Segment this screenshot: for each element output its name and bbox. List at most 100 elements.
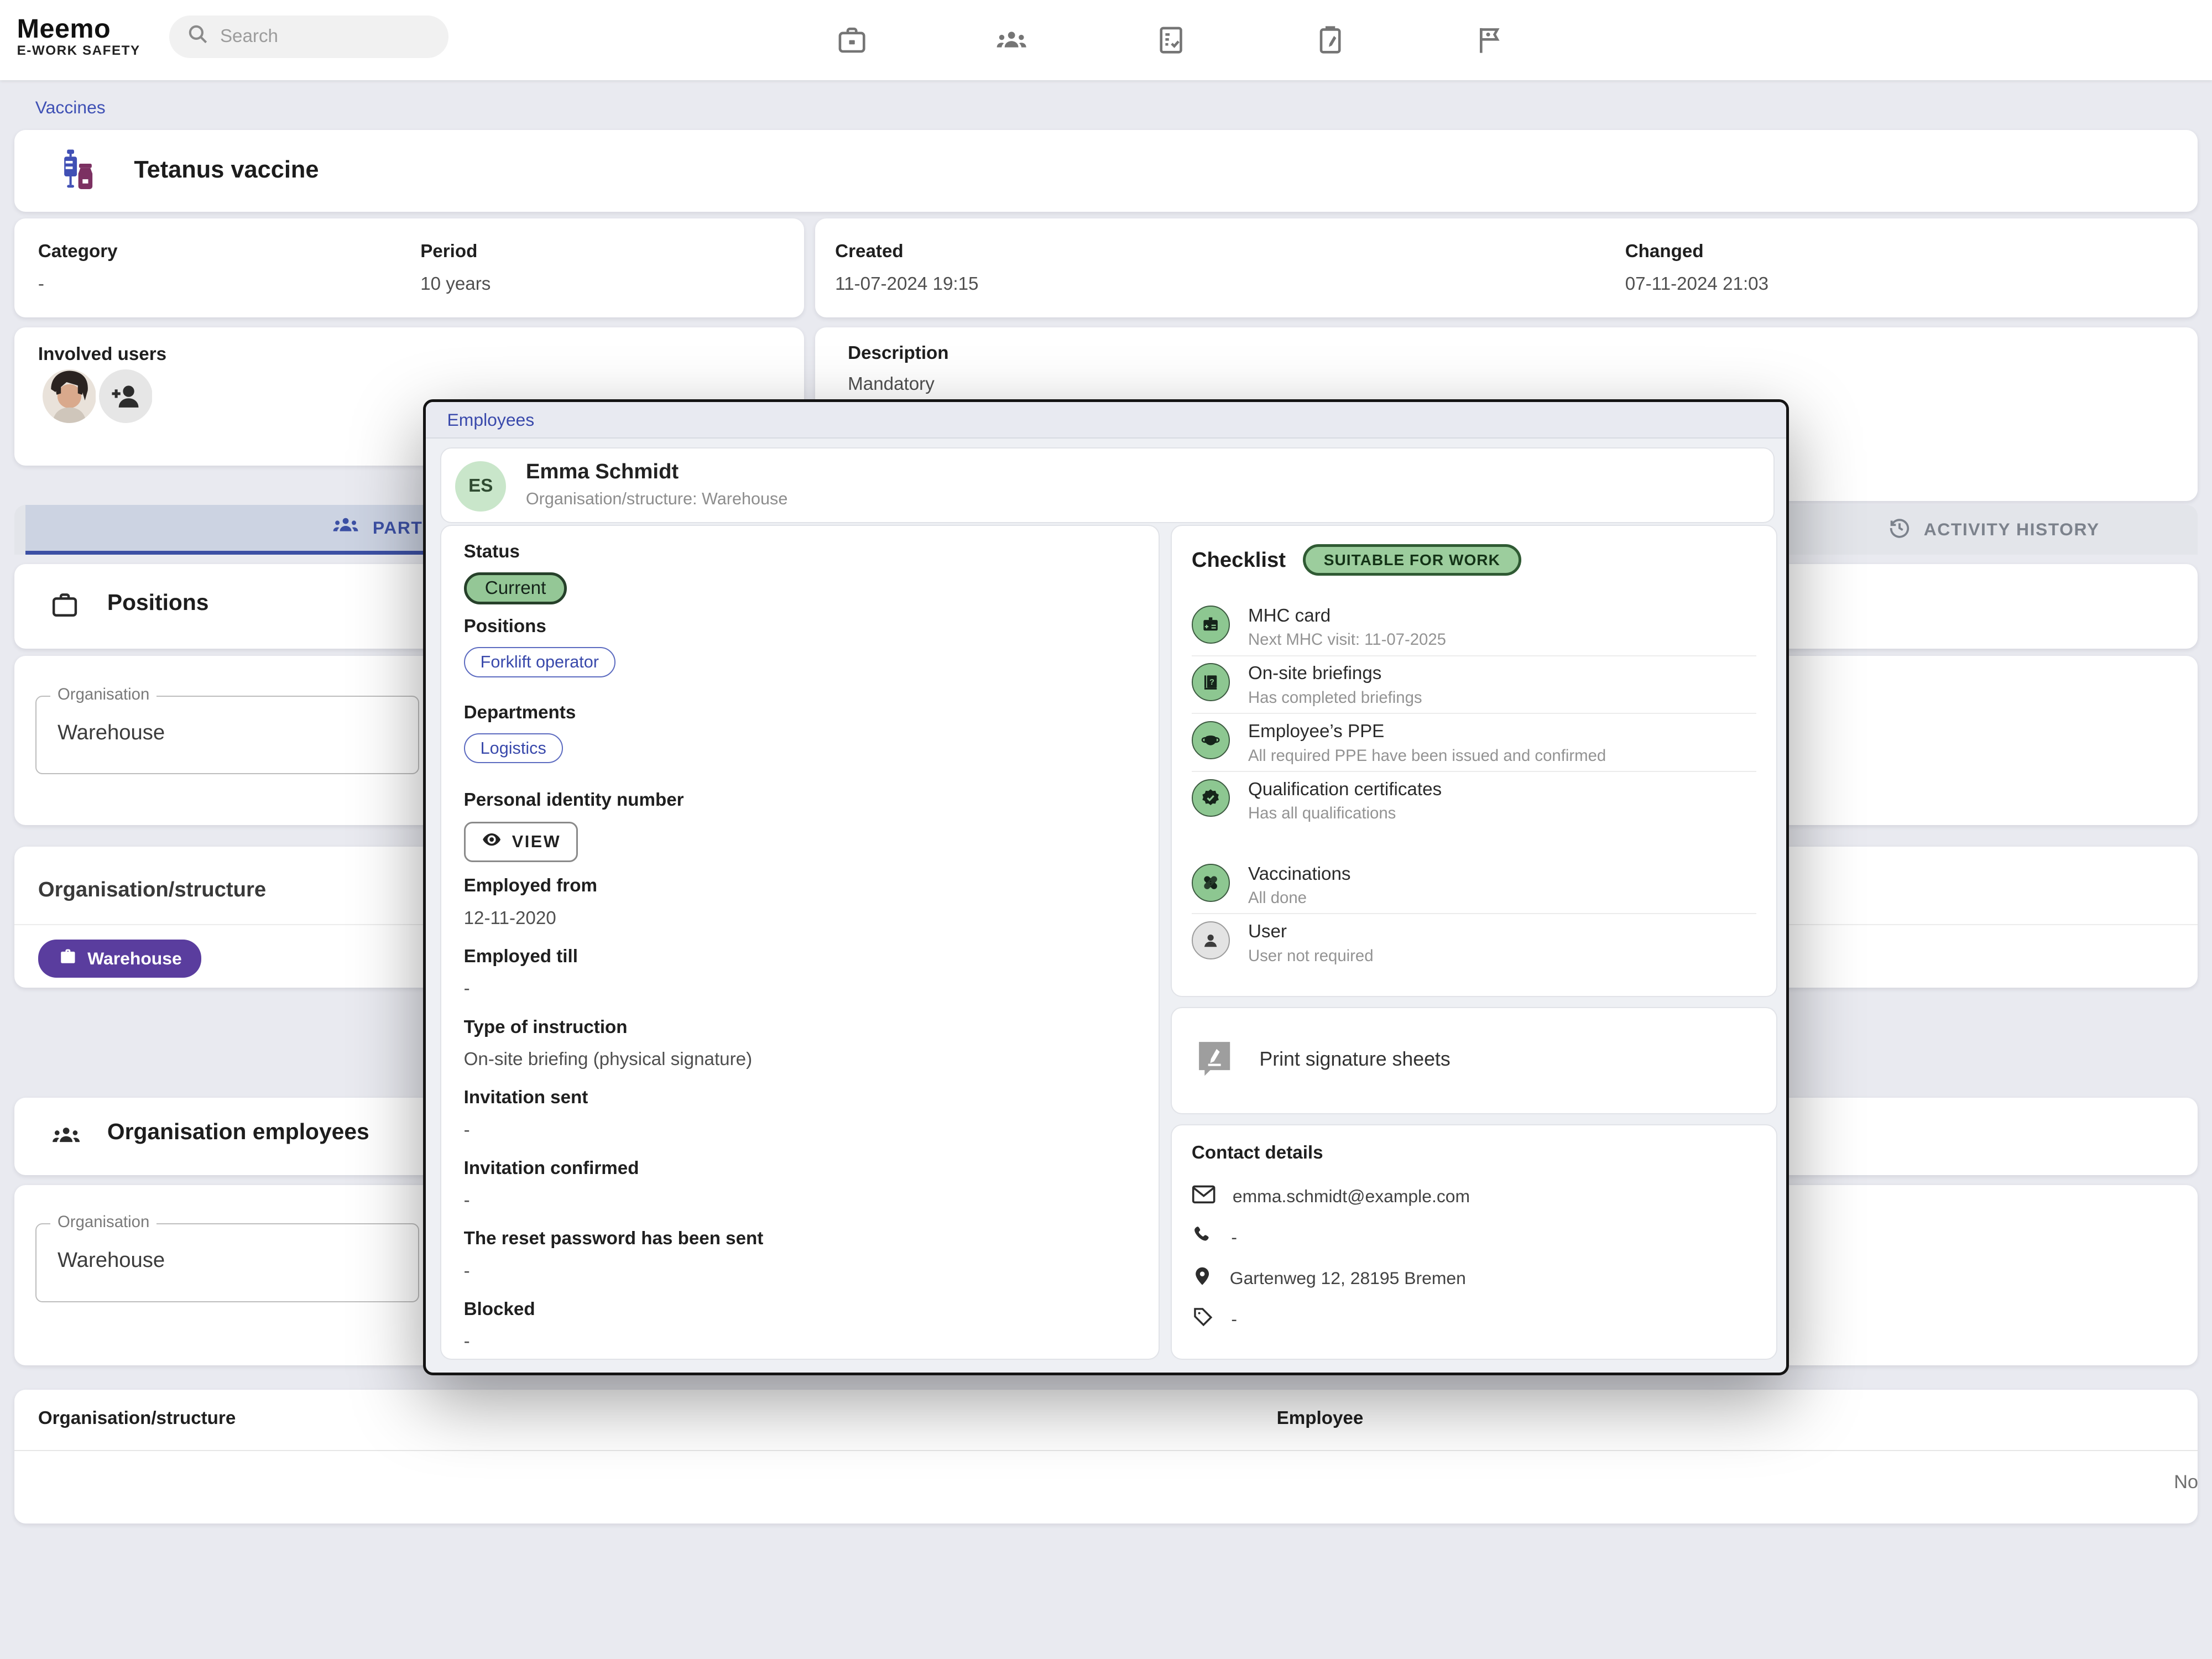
view-pid-label: VIEW bbox=[512, 832, 561, 852]
print-signature-label: Print signature sheets bbox=[1259, 1048, 1450, 1071]
checklist-item-user: User User not required bbox=[1192, 914, 1757, 972]
employed-till-label: Employed till bbox=[464, 946, 1142, 967]
briefcase-outline-icon bbox=[49, 589, 80, 626]
period-value: 10 years bbox=[420, 274, 491, 295]
contact-row-email: emma.schmidt@example.com bbox=[1192, 1176, 1757, 1217]
status-label: Status bbox=[464, 541, 1142, 562]
checklist-item-sub: User not required bbox=[1248, 947, 1374, 966]
brand: Meemo E-WORK SAFETY bbox=[17, 14, 140, 59]
primary-nav bbox=[832, 0, 1509, 80]
checklist-item-vaccinations: VaccinationsAll done bbox=[1192, 857, 1757, 915]
field-departments: Departments Logistics bbox=[464, 702, 1142, 763]
department-chip[interactable]: Logistics bbox=[464, 733, 563, 763]
search-box[interactable] bbox=[169, 15, 448, 58]
checklist-title: Checklist bbox=[1192, 548, 1286, 572]
briefing-icon: ? bbox=[1192, 663, 1230, 701]
groups-icon[interactable] bbox=[992, 20, 1031, 60]
certificate-icon bbox=[1192, 779, 1230, 817]
page-title: Tetanus vaccine bbox=[134, 156, 319, 184]
org-structure-title: Organisation/structure bbox=[38, 878, 266, 902]
field-instruction-type: Type of instruction On-site briefing (ph… bbox=[464, 1017, 1142, 1070]
invitation-confirmed-label: Invitation confirmed bbox=[464, 1158, 1142, 1179]
position-chip[interactable]: Forklift operator bbox=[464, 647, 615, 677]
employed-till-value: - bbox=[464, 978, 1142, 999]
location-icon bbox=[1192, 1264, 1213, 1292]
created-value: 11-07-2024 19:15 bbox=[835, 274, 978, 295]
involved-users-label: Involved users bbox=[38, 344, 166, 365]
phone-icon bbox=[1192, 1224, 1214, 1251]
changed-value: 07-11-2024 21:03 bbox=[1625, 274, 1768, 295]
add-user-button[interactable] bbox=[99, 369, 153, 429]
checklist-item-briefings: ? On-site briefingsHas completed briefin… bbox=[1192, 656, 1757, 714]
employee-details-card: Status Current Positions Forklift operat… bbox=[440, 525, 1160, 1360]
checklist-item-title: Vaccinations bbox=[1248, 864, 1351, 885]
field-invitation-confirmed: Invitation confirmed - bbox=[464, 1158, 1142, 1211]
employee-name: Emma Schmidt bbox=[526, 460, 679, 484]
contact-details-title: Contact details bbox=[1192, 1142, 1757, 1164]
contact-details-card: Contact details emma.schmidt@example.com… bbox=[1171, 1124, 1777, 1360]
invitation-sent-value: - bbox=[464, 1120, 1142, 1141]
checklist-item-sub: All required PPE have been issued and co… bbox=[1248, 747, 1606, 765]
checklist-item-title: Employee’s PPE bbox=[1248, 721, 1606, 742]
flag-icon[interactable] bbox=[1470, 20, 1509, 60]
blocked-label: Blocked bbox=[464, 1299, 1142, 1320]
checklist-card: Checklist SUITABLE FOR WORK MHC cardNext… bbox=[1171, 525, 1777, 998]
mhc-card-icon bbox=[1192, 606, 1230, 644]
instruction-value: On-site briefing (physical signature) bbox=[464, 1049, 1142, 1070]
table-empty-text: No bbox=[2174, 1472, 2198, 1493]
contact-row-phone: - bbox=[1192, 1217, 1757, 1258]
modal-breadcrumb[interactable]: Employees bbox=[447, 410, 535, 430]
breadcrumb[interactable]: Vaccines bbox=[35, 97, 106, 118]
field-reset-password: The reset password has been sent - bbox=[464, 1228, 1142, 1281]
checklist-item-sub: Has all qualifications bbox=[1248, 804, 1442, 823]
search-icon bbox=[186, 23, 209, 51]
field-blocked: Blocked - bbox=[464, 1299, 1142, 1352]
organisation-select[interactable]: Organisation Warehouse bbox=[35, 696, 419, 775]
tag-icon bbox=[1192, 1306, 1214, 1333]
search-input[interactable] bbox=[220, 26, 418, 47]
organisation-select-2-label: Organisation bbox=[50, 1213, 156, 1232]
tab-activity-history[interactable]: ACTIVITY HISTORY bbox=[1789, 505, 2198, 554]
organisation-select-2-value: Warehouse bbox=[58, 1248, 165, 1272]
checklist-item-mhc-card: MHC cardNext MHC visit: 11-07-2025 bbox=[1192, 598, 1757, 656]
view-pid-button[interactable]: VIEW bbox=[464, 822, 578, 862]
changed-label: Changed bbox=[1625, 241, 1704, 262]
divider bbox=[14, 1450, 2198, 1451]
print-signature-card[interactable]: Print signature sheets bbox=[1171, 1007, 1777, 1114]
vaccination-icon bbox=[1192, 864, 1230, 902]
employee-header-card: ES Emma Schmidt Organisation/structure: … bbox=[440, 447, 1775, 524]
positions-title: Positions bbox=[107, 589, 209, 615]
employees-table-card: Organisation/structure Employee No bbox=[14, 1390, 2198, 1524]
checklist-item-sub: Has completed briefings bbox=[1248, 688, 1422, 707]
employee-modal: Employees ES Emma Schmidt Organisation/s… bbox=[423, 399, 1788, 1375]
invitation-confirmed-value: - bbox=[464, 1190, 1142, 1211]
contact-row-tag: - bbox=[1192, 1299, 1757, 1340]
signature-icon bbox=[1196, 1039, 1233, 1084]
field-employed-till: Employed till - bbox=[464, 946, 1142, 999]
checklist-item-sub: Next MHC visit: 11-07-2025 bbox=[1248, 630, 1446, 649]
briefcase-icon[interactable] bbox=[832, 20, 872, 60]
checklist-item-title: Qualification certificates bbox=[1248, 779, 1442, 800]
brand-subtitle: E-WORK SAFETY bbox=[17, 44, 140, 59]
eye-icon bbox=[481, 829, 502, 854]
organisation-select-value: Warehouse bbox=[58, 721, 165, 745]
reset-password-label: The reset password has been sent bbox=[464, 1228, 1142, 1249]
contact-email-value[interactable]: emma.schmidt@example.com bbox=[1233, 1186, 1470, 1207]
app-root: Meemo E-WORK SAFETY bbox=[0, 0, 2212, 1659]
groups-dark-icon bbox=[49, 1119, 83, 1158]
checklist-item-title: User bbox=[1248, 921, 1374, 942]
org-structure-chip[interactable]: Warehouse bbox=[38, 940, 202, 978]
top-bar: Meemo E-WORK SAFETY bbox=[0, 0, 2212, 80]
category-value: - bbox=[38, 274, 44, 295]
tasks-icon[interactable] bbox=[1151, 20, 1191, 60]
description-label: Description bbox=[848, 343, 948, 364]
svg-text:?: ? bbox=[1209, 678, 1214, 687]
field-invitation-sent: Invitation sent - bbox=[464, 1087, 1142, 1140]
organisation-select-2[interactable]: Organisation Warehouse bbox=[35, 1223, 419, 1302]
vaccine-icon bbox=[54, 148, 102, 199]
org-structure-chip-label: Warehouse bbox=[87, 948, 182, 969]
clipboard-edit-icon[interactable] bbox=[1311, 20, 1350, 60]
user-avatar[interactable] bbox=[43, 369, 96, 429]
employed-from-value: 12-11-2020 bbox=[464, 908, 1142, 929]
pid-label: Personal identity number bbox=[464, 790, 1142, 811]
